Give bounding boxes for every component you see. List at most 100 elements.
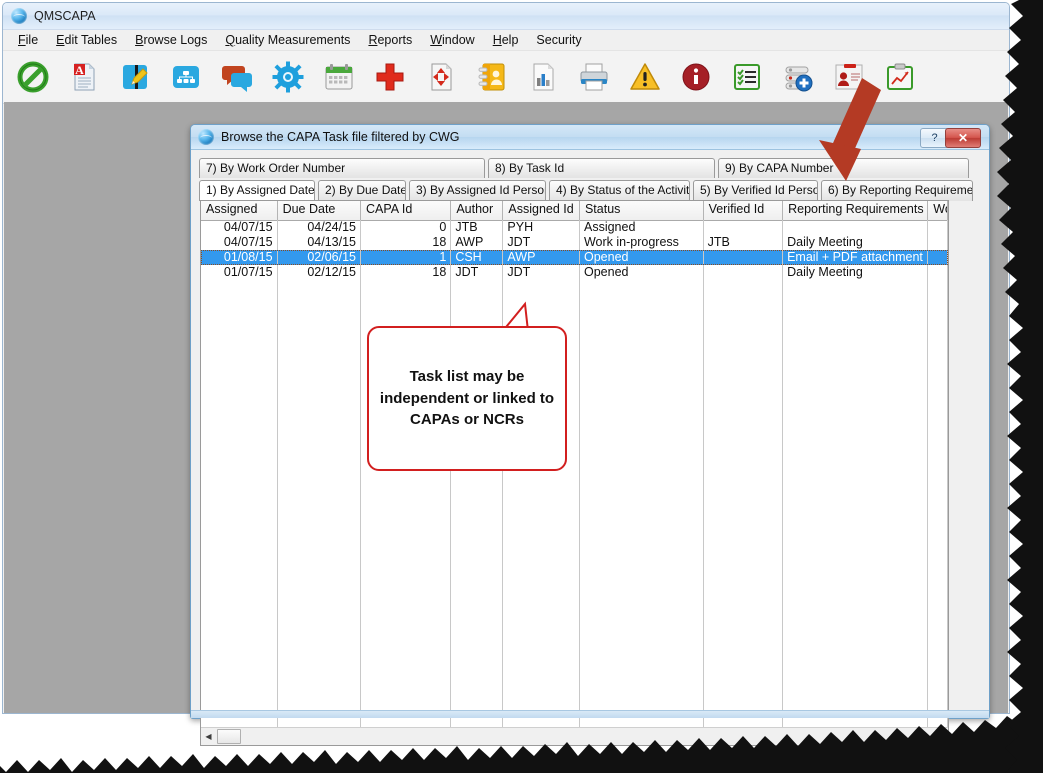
table-cell xyxy=(704,265,784,280)
dialog-footer-strip xyxy=(191,710,989,718)
table-cell: JTB xyxy=(451,220,503,235)
gear-icon[interactable] xyxy=(272,61,304,93)
dialog-globe-icon xyxy=(198,129,214,145)
grid-column-header[interactable]: Author xyxy=(451,201,503,220)
grid-column-header[interactable]: Wo xyxy=(928,201,948,220)
dialog-title: Browse the CAPA Task file filtered by CW… xyxy=(221,130,460,144)
red-cross-icon[interactable] xyxy=(374,61,406,93)
table-row[interactable]: 04/07/1504/24/150JTBPYHAssigned xyxy=(201,220,948,235)
callout-bubble: Task list may be independent or linked t… xyxy=(367,326,567,471)
org-chart-icon[interactable] xyxy=(170,61,202,93)
pdf-document-icon[interactable]: A xyxy=(68,61,100,93)
table-cell: 18 xyxy=(361,265,451,280)
table-cell: 04/13/15 xyxy=(278,235,361,250)
tab-by-due-date[interactable]: 2) By Due Date xyxy=(318,180,406,201)
calendar-icon[interactable] xyxy=(323,61,355,93)
grid-rows: 04/07/1504/24/150JTBPYHAssigned04/07/150… xyxy=(201,220,948,727)
tab-by-assigned-id-person[interactable]: 3) By Assigned Id Person xyxy=(409,180,546,201)
edit-triangle-icon xyxy=(1004,760,1023,773)
table-cell: JDT xyxy=(503,265,580,280)
printer-icon[interactable] xyxy=(578,61,610,93)
table-cell: Daily Meeting xyxy=(783,235,928,250)
grid-column-header[interactable]: Reporting Requirements xyxy=(783,201,928,220)
table-cell: AWP xyxy=(451,235,503,250)
add-button-label: Add xyxy=(944,762,966,773)
tab-by-work-order-number[interactable]: 7) By Work Order Number xyxy=(199,158,485,178)
table-cell: JDT xyxy=(451,265,503,280)
table-cell: 01/08/15 xyxy=(201,250,278,265)
checklist-icon[interactable] xyxy=(731,61,763,93)
grid-column-header[interactable]: CAPA Id xyxy=(361,201,451,220)
table-cell: Opened xyxy=(580,265,704,280)
edit-button[interactable]: Edit xyxy=(988,754,1043,773)
table-cell: JDT xyxy=(503,235,580,250)
table-cell: Assigned xyxy=(580,220,704,235)
grid-column-header[interactable]: Assigned Id xyxy=(503,201,580,220)
notebook-pencil-icon[interactable] xyxy=(119,61,151,93)
add-plus-icon xyxy=(916,760,935,773)
close-window-button[interactable]: ✕ xyxy=(945,128,981,148)
no-entry-icon[interactable] xyxy=(17,61,49,93)
table-cell: 02/12/15 xyxy=(278,265,361,280)
table-row[interactable]: 01/08/1502/06/151CSHAWPOpenedEmail + PDF… xyxy=(201,250,948,265)
scroll-right-arrow-icon[interactable]: ▶ xyxy=(933,729,948,744)
menu-item-security[interactable]: Security xyxy=(527,31,590,49)
window-title-bar: QMSCAPA xyxy=(3,3,1009,30)
table-row[interactable]: 01/07/1502/12/1518JDTJDTOpenedDaily Meet… xyxy=(201,265,948,280)
table-cell: AWP xyxy=(503,250,580,265)
grid-column-header[interactable]: Due Date xyxy=(278,201,361,220)
add-database-icon[interactable] xyxy=(782,61,814,93)
grid-column-header[interactable]: Status xyxy=(580,201,704,220)
menu-item-window[interactable]: Window xyxy=(421,31,483,49)
bar-chart-document-icon[interactable] xyxy=(527,61,559,93)
grid-column-header[interactable]: Assigned xyxy=(201,201,278,220)
edit-button-label: Edit xyxy=(1032,762,1043,773)
table-cell xyxy=(928,250,948,265)
table-cell: Work in-progress xyxy=(580,235,704,250)
tab-by-task-id[interactable]: 8) By Task Id xyxy=(488,158,715,178)
capa-task-grid: AssignedDue DateCAPA IdAuthorAssigned Id… xyxy=(200,200,949,746)
scrollbar-thumb[interactable] xyxy=(217,729,241,744)
app-globe-icon xyxy=(11,8,27,24)
table-cell: 04/07/15 xyxy=(201,220,278,235)
table-cell: 02/06/15 xyxy=(278,250,361,265)
grid-header-row: AssignedDue DateCAPA IdAuthorAssigned Id… xyxy=(201,201,948,221)
table-cell xyxy=(704,220,784,235)
warning-triangle-icon[interactable] xyxy=(629,61,661,93)
table-cell: 1 xyxy=(361,250,451,265)
table-cell: Daily Meeting xyxy=(783,265,928,280)
menu-item-quality-measurements[interactable]: Quality Measurements xyxy=(216,31,359,49)
table-cell xyxy=(783,220,928,235)
tab-by-assigned-date[interactable]: 1) By Assigned Date xyxy=(199,180,315,201)
table-cell: 0 xyxy=(361,220,451,235)
menu-item-edit-tables[interactable]: Edit Tables xyxy=(47,31,126,49)
menu-item-browse-logs[interactable]: Browse Logs xyxy=(126,31,216,49)
table-cell: Opened xyxy=(580,250,704,265)
info-circle-icon[interactable] xyxy=(680,61,712,93)
move-arrows-document-icon[interactable] xyxy=(425,61,457,93)
grid-horizontal-scrollbar[interactable]: ◀ ▶ xyxy=(201,727,948,745)
table-cell: JTB xyxy=(704,235,784,250)
table-cell: Email + PDF attachment xyxy=(783,250,928,265)
table-cell xyxy=(928,220,948,235)
table-cell xyxy=(704,250,784,265)
table-row[interactable]: 04/07/1504/13/1518AWPJDTWork in-progress… xyxy=(201,235,948,250)
address-book-icon[interactable] xyxy=(476,61,508,93)
grid-column-header[interactable]: Verified Id xyxy=(704,201,784,220)
tab-by-verified-id-person[interactable]: 5) By Verified Id Person xyxy=(693,180,818,201)
app-title: QMSCAPA xyxy=(34,9,96,23)
dialog-body: 7) By Work Order Number 8) By Task Id 9)… xyxy=(191,149,989,718)
table-cell xyxy=(928,265,948,280)
table-cell: 04/24/15 xyxy=(278,220,361,235)
tab-by-status-of-activity[interactable]: 4) By Status of the Activity xyxy=(549,180,690,201)
table-cell: PYH xyxy=(503,220,580,235)
menu-item-file[interactable]: File xyxy=(9,31,47,49)
add-button[interactable]: Add xyxy=(900,754,982,773)
annotation-arrow-icon xyxy=(815,78,895,188)
menu-item-help[interactable]: Help xyxy=(484,31,528,49)
browse-capa-task-dialog: Browse the CAPA Task file filtered by CW… xyxy=(190,124,990,719)
chat-bubbles-icon[interactable] xyxy=(221,61,253,93)
scroll-left-arrow-icon[interactable]: ◀ xyxy=(201,729,216,744)
table-cell: 01/07/15 xyxy=(201,265,278,280)
menu-item-reports[interactable]: Reports xyxy=(359,31,421,49)
